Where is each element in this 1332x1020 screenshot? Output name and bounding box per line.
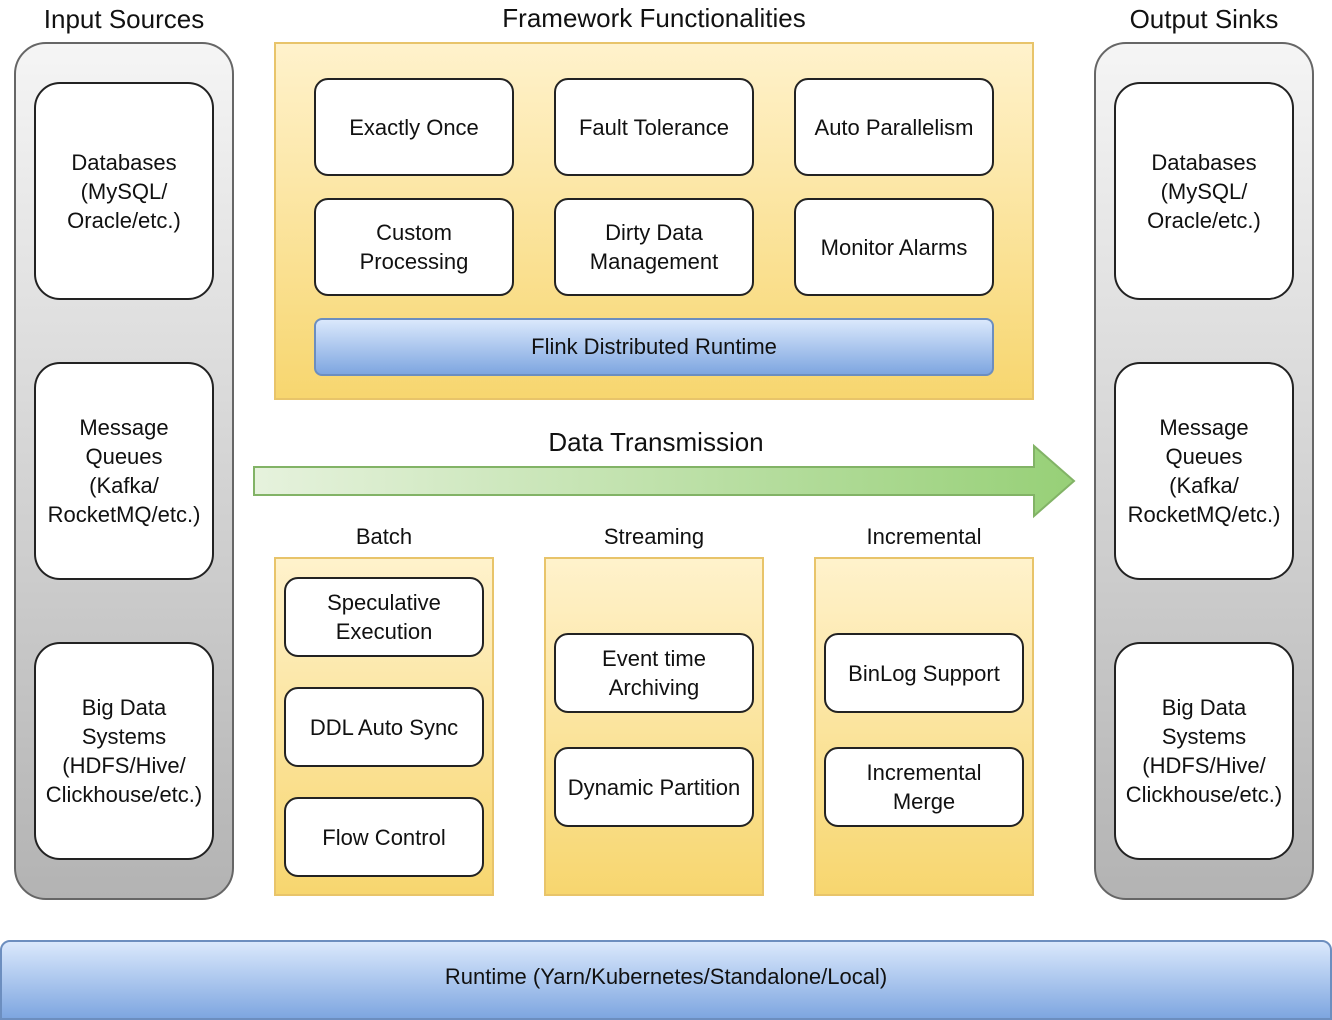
runtime-bar: Runtime (Yarn/Kubernetes/Standalone/Loca… (0, 940, 1332, 1020)
output-message-queues: Message Queues (Kafka/ RocketMQ/etc.) (1114, 362, 1294, 580)
incremental-binlog-support: BinLog Support (824, 633, 1024, 713)
input-big-data: Big Data Systems (HDFS/Hive/ Clickhouse/… (34, 642, 214, 860)
data-transmission-arrow (253, 443, 1076, 519)
streaming-title: Streaming (603, 524, 705, 549)
input-message-queues: Message Queues (Kafka/ RocketMQ/etc.) (34, 362, 214, 580)
output-sinks-title: Output Sinks (1129, 4, 1279, 34)
incremental-panel (814, 557, 1034, 896)
flink-runtime-bar: Flink Distributed Runtime (314, 318, 994, 376)
batch-speculative-execution: Speculative Execution (284, 577, 484, 657)
feature-monitor-alarms: Monitor Alarms (794, 198, 994, 296)
feature-fault-tolerance: Fault Tolerance (554, 78, 754, 176)
output-big-data: Big Data Systems (HDFS/Hive/ Clickhouse/… (1114, 642, 1294, 860)
feature-auto-parallelism: Auto Parallelism (794, 78, 994, 176)
streaming-panel (544, 557, 764, 896)
input-sources-title: Input Sources (43, 4, 205, 34)
batch-ddl-auto-sync: DDL Auto Sync (284, 687, 484, 767)
feature-dirty-data: Dirty Data Management (554, 198, 754, 296)
feature-exactly-once: Exactly Once (314, 78, 514, 176)
batch-flow-control: Flow Control (284, 797, 484, 877)
framework-title: Framework Functionalities (502, 3, 806, 33)
incremental-title: Incremental (866, 524, 982, 549)
output-databases: Databases (MySQL/ Oracle/etc.) (1114, 82, 1294, 300)
runtime-label: Runtime (Yarn/Kubernetes/Standalone/Loca… (444, 964, 888, 989)
input-databases: Databases (MySQL/ Oracle/etc.) (34, 82, 214, 300)
feature-custom-processing: Custom Processing (314, 198, 514, 296)
incremental-merge: Incremental Merge (824, 747, 1024, 827)
streaming-dynamic-partition: Dynamic Partition (554, 747, 754, 827)
flink-runtime-label: Flink Distributed Runtime (531, 334, 777, 359)
streaming-event-time-archiving: Event time Archiving (554, 633, 754, 713)
batch-title: Batch (355, 524, 413, 549)
